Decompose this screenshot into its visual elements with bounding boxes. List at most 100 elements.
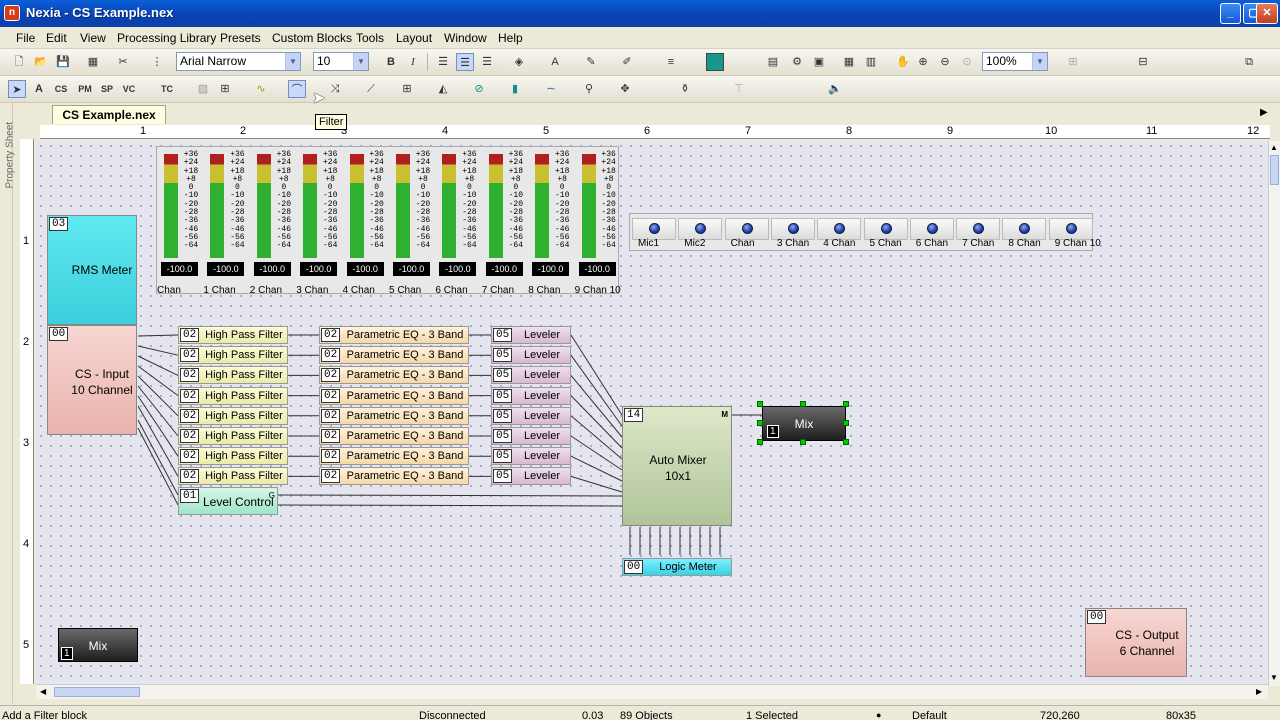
selection-handle[interactable]: [843, 401, 849, 407]
parametric-eq-block[interactable]: 02 Parametric EQ - 3 Band: [319, 366, 469, 385]
high-pass-filter-block[interactable]: 02 High Pass Filter: [178, 427, 288, 445]
parametric-eq-block[interactable]: 02 Parametric EQ - 3 Band: [319, 326, 469, 344]
led-indicator[interactable]: [678, 218, 723, 240]
led-indicator[interactable]: [770, 218, 815, 240]
menu-custom-blocks[interactable]: Custom Blocks: [272, 31, 352, 45]
property-sheet-strip[interactable]: Property Sheet: [0, 103, 16, 703]
menu-view[interactable]: View: [80, 31, 106, 45]
eq-icon[interactable]: ∿: [252, 80, 270, 98]
high-pass-filter-block[interactable]: 02 High Pass Filter: [178, 386, 288, 405]
level-control-block[interactable]: 01 Level Control G: [178, 487, 278, 515]
parametric-eq-block[interactable]: 02 Parametric EQ - 3 Band: [319, 467, 469, 486]
vertical-scrollbar[interactable]: ▲ ▼: [1268, 141, 1280, 686]
line-weight-icon[interactable]: ≡: [662, 53, 680, 71]
parametric-eq-block[interactable]: 02 Parametric EQ - 3 Band: [319, 427, 469, 445]
horizontal-scroll-thumb[interactable]: [54, 687, 140, 697]
zoom-combo[interactable]: 100% ▼: [982, 52, 1048, 71]
menu-help[interactable]: Help: [498, 31, 523, 45]
selection-handle[interactable]: [757, 439, 763, 445]
close-button[interactable]: ✕: [1256, 3, 1278, 24]
menu-file[interactable]: File: [16, 31, 35, 45]
parametric-eq-block[interactable]: 02 Parametric EQ - 3 Band: [319, 346, 469, 365]
align-icon[interactable]: ⊞: [1064, 53, 1082, 71]
selection-handle[interactable]: [843, 439, 849, 445]
font-name-combo[interactable]: Arial Narrow ▼: [176, 52, 301, 71]
filter-icon[interactable]: ⌒: [288, 80, 306, 98]
led-indicator[interactable]: [909, 218, 954, 240]
volume-icon[interactable]: 🔈: [826, 80, 844, 98]
leveler-block[interactable]: 05 Leveler: [491, 427, 571, 445]
logic-icon[interactable]: ∼: [542, 80, 560, 98]
font-color-icon[interactable]: A: [546, 53, 564, 71]
new-icon[interactable]: 🗋: [10, 53, 28, 71]
zoom-in-icon[interactable]: ⊕: [914, 53, 932, 71]
parametric-eq-block[interactable]: 02 Parametric EQ - 3 Band: [319, 386, 469, 405]
cs-tool-button[interactable]: CS: [52, 80, 70, 98]
custom-icon[interactable]: ✥: [616, 80, 634, 98]
delay-icon[interactable]: ⊞: [398, 80, 416, 98]
selection-handle[interactable]: [800, 401, 806, 407]
tab-cs-example[interactable]: CS Example.nex: [52, 105, 166, 124]
led-indicator[interactable]: [1002, 218, 1047, 240]
menu-layout[interactable]: Layout: [396, 31, 432, 45]
pen-icon[interactable]: ✐: [618, 53, 636, 71]
align-center-icon[interactable]: ☰: [456, 53, 474, 71]
cs-input-block[interactable]: 00 CS - Input 10 Channel: [47, 325, 137, 435]
align-left-icon[interactable]: ☰: [434, 53, 452, 71]
menu-processing-library[interactable]: Processing Library: [117, 31, 216, 45]
menu-window[interactable]: Window: [444, 31, 487, 45]
tab-scroll-right-icon[interactable]: ▶: [1260, 107, 1268, 118]
selection-handle[interactable]: [757, 420, 763, 426]
parametric-eq-block[interactable]: 02 Parametric EQ - 3 Band: [319, 447, 469, 466]
scroll-left-icon[interactable]: ◀: [40, 687, 46, 696]
router-icon[interactable]: ▨: [194, 80, 212, 98]
cut-icon[interactable]: ✂: [114, 53, 132, 71]
minimize-button[interactable]: _: [1220, 3, 1241, 24]
vc-tool-button[interactable]: VC: [120, 80, 138, 98]
leveler-block[interactable]: 05 Leveler: [491, 467, 571, 486]
arrange-icon[interactable]: ⧉: [1240, 53, 1258, 71]
menu-tools[interactable]: Tools: [356, 31, 384, 45]
snap-icon[interactable]: ▥: [862, 53, 880, 71]
cs-output-block[interactable]: 00 CS - Output 6 Channel: [1085, 608, 1187, 677]
tc-tool-button[interactable]: TC: [158, 80, 176, 98]
compile-icon[interactable]: ⚙: [788, 53, 806, 71]
bold-icon[interactable]: B: [382, 53, 400, 71]
auto-mixer-block[interactable]: 14 Auto Mixer 10x1 M: [622, 406, 732, 526]
zoom-fit-icon[interactable]: ⊙: [958, 53, 976, 71]
pm-tool-button[interactable]: PM: [76, 80, 94, 98]
meter-icon[interactable]: ⊘: [470, 80, 488, 98]
control-icon[interactable]: ▮: [506, 80, 524, 98]
mixer-icon[interactable]: ⊞: [216, 80, 234, 98]
more-icon[interactable]: ⋮: [148, 53, 166, 71]
mix-block[interactable]: Mix 1: [58, 628, 138, 662]
scroll-right-icon[interactable]: ▶: [1256, 687, 1262, 696]
crossover-icon[interactable]: ⤨: [326, 80, 344, 98]
high-pass-filter-block[interactable]: 02 High Pass Filter: [178, 346, 288, 365]
text-tool-icon[interactable]: A: [30, 80, 48, 98]
high-pass-filter-block[interactable]: 02 High Pass Filter: [178, 447, 288, 466]
rms-meter-block[interactable]: 03 RMS Meter: [47, 215, 137, 325]
align-right-icon[interactable]: ☰: [478, 53, 496, 71]
high-pass-filter-block[interactable]: 02 High Pass Filter: [178, 366, 288, 385]
italic-icon[interactable]: I: [404, 53, 422, 71]
send-icon[interactable]: ▣: [810, 53, 828, 71]
line-color-icon[interactable]: ✎: [582, 53, 600, 71]
preset-icon[interactable]: ⚱: [676, 80, 694, 98]
grid-icon[interactable]: ▦: [840, 53, 858, 71]
network-icon[interactable]: ▦: [84, 53, 102, 71]
horizontal-scrollbar[interactable]: ◀ ▶: [36, 684, 1268, 699]
pointer-icon[interactable]: ➤: [8, 80, 26, 98]
led-indicator[interactable]: [1048, 218, 1093, 240]
font-size-combo[interactable]: 10 ▼: [313, 52, 369, 71]
menu-presets[interactable]: Presets: [220, 31, 261, 45]
leveler-block[interactable]: 05 Leveler: [491, 406, 571, 425]
dynamics-icon[interactable]: ⟋: [362, 80, 380, 98]
scroll-up-icon[interactable]: ▲: [1270, 143, 1278, 152]
mix-block-selected[interactable]: Mix 1: [762, 406, 846, 441]
selection-handle[interactable]: [843, 420, 849, 426]
open-icon[interactable]: 📂: [32, 53, 50, 71]
logic-meter-block[interactable]: 00 Logic Meter: [622, 558, 732, 576]
led-indicator[interactable]: [632, 218, 676, 240]
leveler-block[interactable]: 05 Leveler: [491, 346, 571, 365]
